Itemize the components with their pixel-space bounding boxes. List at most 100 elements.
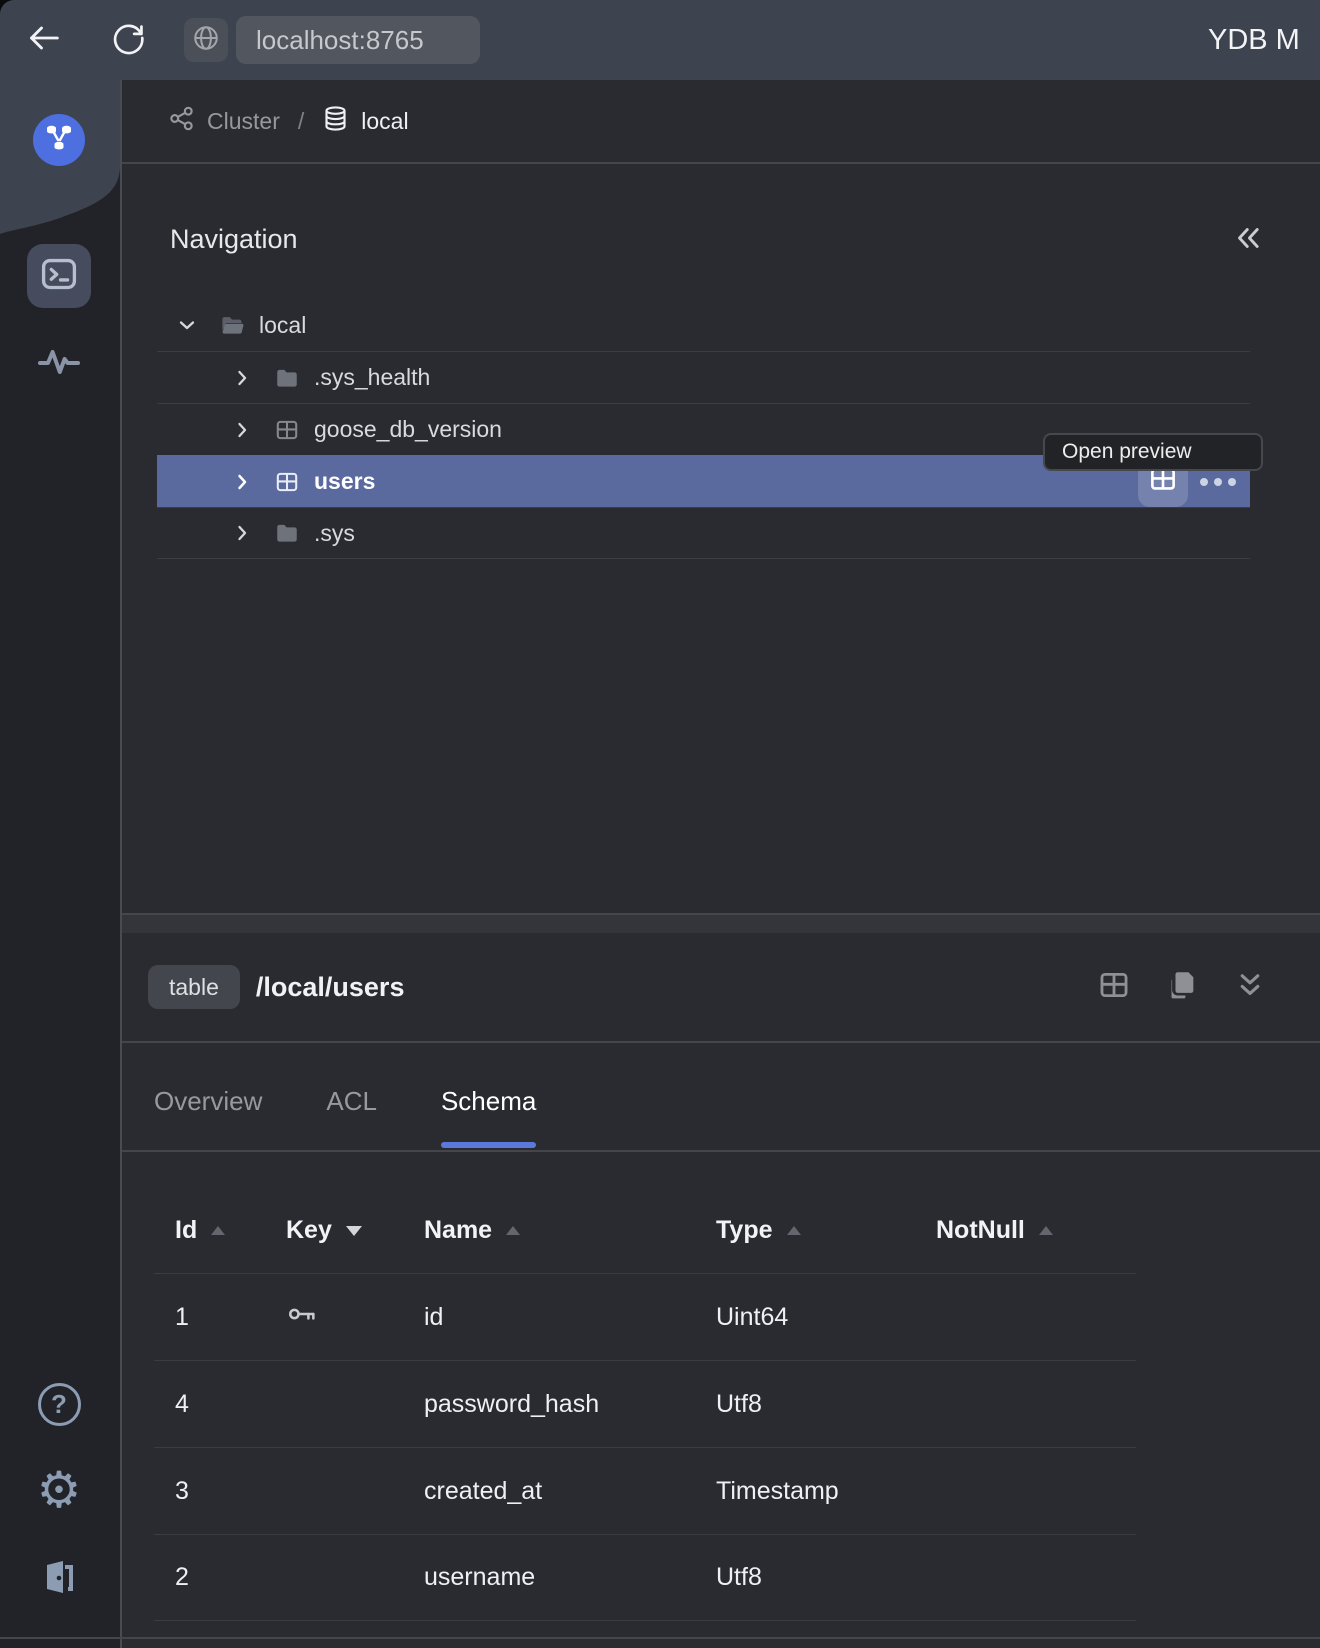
database-icon (322, 105, 349, 138)
column-header-notnull[interactable]: NotNull (936, 1216, 1136, 1245)
breadcrumb-separator: / (298, 108, 304, 135)
column-label: NotNull (936, 1216, 1025, 1245)
expand-panel-button[interactable] (1230, 967, 1270, 1007)
globe-icon (191, 23, 221, 58)
refresh-icon (109, 19, 147, 62)
tab-overview[interactable]: Overview (154, 1043, 262, 1150)
tree-item-label: users (314, 468, 375, 495)
ydb-logo-icon (41, 120, 77, 161)
tree-item-label: .sys (314, 520, 355, 547)
cell-id: 1 (175, 1303, 286, 1332)
back-arrow-icon (24, 18, 64, 63)
chevron-right-icon[interactable] (229, 366, 255, 390)
browser-topbar: localhost:8765 YDB M (0, 0, 1320, 80)
tree-row-sys[interactable]: .sys (157, 507, 1250, 559)
sidebar-item-database[interactable] (33, 114, 85, 166)
column-label: Name (424, 1216, 492, 1245)
open-preview-table-button[interactable] (1094, 967, 1134, 1007)
entity-actions (1094, 967, 1270, 1007)
table-row[interactable]: 1 id Uint64 (154, 1273, 1136, 1360)
folder-icon (272, 520, 302, 546)
help-icon: ? (38, 1383, 81, 1426)
cell-id: 4 (175, 1390, 286, 1419)
help-button[interactable]: ? (31, 1376, 87, 1432)
sort-desc-icon (346, 1226, 362, 1236)
cell-type: Timestamp (716, 1477, 936, 1506)
more-actions-button[interactable] (1198, 478, 1238, 486)
chevron-right-icon[interactable] (229, 521, 255, 545)
url-text: localhost:8765 (256, 25, 424, 56)
app-window: localhost:8765 YDB M (0, 0, 1320, 1648)
folder-open-icon (217, 312, 247, 339)
cell-name: password_hash (424, 1390, 716, 1419)
logout-button[interactable] (31, 1550, 87, 1606)
pulse-icon (35, 337, 83, 390)
gear-icon: ⚙ (37, 1465, 82, 1515)
sidebar: ? ⚙ (0, 80, 120, 1648)
breadcrumb: Cluster / local (122, 80, 1320, 164)
sort-asc-icon (506, 1226, 520, 1235)
panel-splitter[interactable] (122, 913, 1320, 933)
entity-info-bar: table /local/users (122, 933, 1320, 1043)
settings-button[interactable]: ⚙ (31, 1462, 87, 1518)
tab-schema[interactable]: Schema (441, 1043, 536, 1150)
open-preview-tooltip: Open preview (1043, 433, 1263, 471)
column-label: Id (175, 1216, 197, 1245)
column-header-type[interactable]: Type (716, 1216, 936, 1245)
breadcrumb-item-database[interactable]: local (322, 105, 408, 138)
schema-table: Id Key Name Type NotNull (154, 1152, 1136, 1621)
table-icon (272, 417, 302, 443)
back-button[interactable] (22, 18, 66, 62)
tree-row-local[interactable]: local (157, 299, 1250, 351)
window-bottom-divider (0, 1637, 1320, 1639)
door-exit-icon (36, 1553, 82, 1604)
breadcrumb-label: Cluster (207, 108, 280, 135)
page-title: YDB M (1208, 24, 1300, 57)
navigation-tree: local .sys_health (157, 299, 1250, 559)
sort-asc-icon (787, 1226, 801, 1235)
table-row[interactable]: 4 password_hash Utf8 (154, 1360, 1136, 1447)
url-input[interactable]: localhost:8765 (236, 16, 480, 64)
copy-icon (1165, 968, 1199, 1007)
tree-item-label: local (259, 312, 306, 339)
terminal-icon (38, 253, 80, 300)
tree-item-label: goose_db_version (314, 416, 502, 443)
sidebar-item-monitoring[interactable] (31, 335, 87, 391)
column-header-id[interactable]: Id (175, 1216, 286, 1245)
table-row[interactable]: 2 username Utf8 (154, 1534, 1136, 1621)
cell-name: created_at (424, 1477, 716, 1506)
copy-path-button[interactable] (1162, 967, 1202, 1007)
column-header-name[interactable]: Name (424, 1216, 716, 1245)
collapse-panel-button[interactable] (1228, 220, 1268, 260)
key-icon (286, 1298, 424, 1337)
cell-type: Uint64 (716, 1303, 936, 1332)
cell-id: 3 (175, 1477, 286, 1506)
cell-type: Utf8 (716, 1563, 936, 1592)
cluster-icon (168, 105, 195, 138)
cell-id: 2 (175, 1563, 286, 1592)
cell-name: id (424, 1303, 716, 1332)
column-label: Key (286, 1216, 332, 1245)
entity-tabs: Overview ACL Schema (122, 1043, 1320, 1152)
site-info-button[interactable] (184, 18, 228, 62)
sort-asc-icon (1039, 1226, 1053, 1235)
table-row[interactable]: 3 created_at Timestamp (154, 1447, 1136, 1534)
tree-item-label: .sys_health (314, 364, 430, 391)
chevron-right-icon[interactable] (229, 470, 255, 494)
tree-row-sys-health[interactable]: .sys_health (157, 351, 1250, 403)
breadcrumb-item-cluster[interactable]: Cluster (168, 105, 280, 138)
sidebar-item-terminal[interactable] (27, 244, 91, 308)
navigation-title: Navigation (170, 224, 298, 255)
schema-table-header: Id Key Name Type NotNull (154, 1152, 1136, 1273)
chevron-right-icon[interactable] (229, 418, 255, 442)
folder-icon (272, 365, 302, 391)
sort-asc-icon (211, 1226, 225, 1235)
main-panel: Cluster / local Navigation (120, 80, 1320, 1648)
double-chevron-left-icon (1231, 221, 1265, 260)
refresh-button[interactable] (106, 18, 150, 62)
tab-acl[interactable]: ACL (326, 1043, 377, 1150)
column-header-key[interactable]: Key (286, 1216, 424, 1245)
chevron-down-icon[interactable] (174, 313, 200, 337)
table-icon (1097, 968, 1131, 1007)
cell-type: Utf8 (716, 1390, 936, 1419)
